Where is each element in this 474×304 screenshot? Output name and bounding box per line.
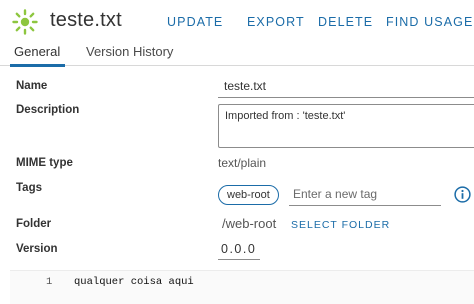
folder-label: Folder: [16, 218, 52, 230]
description-label: Description: [16, 104, 80, 116]
page-title: teste.txt: [50, 9, 122, 31]
description-field[interactable]: Imported from : 'teste.txt': [218, 104, 474, 148]
editor-line[interactable]: qualquer coisa aqui: [74, 276, 194, 288]
delete-button[interactable]: DELETE: [318, 15, 373, 29]
new-tag-input[interactable]: [289, 185, 441, 206]
line-number: 1: [46, 276, 53, 288]
version-field[interactable]: 0.0.0: [218, 240, 260, 260]
update-button[interactable]: UPDATE: [167, 15, 223, 29]
tab-version-history[interactable]: Version History: [86, 44, 173, 59]
info-circle-icon[interactable]: [454, 186, 471, 203]
name-label: Name: [16, 80, 48, 92]
mime-type-value: text/plain: [218, 156, 267, 170]
tags-label: Tags: [16, 182, 42, 194]
version-label: Version: [16, 243, 58, 255]
header: teste.txt UPDATE EXPORT DELETE FIND USAG…: [0, 0, 474, 42]
mime-type-label: MIME type: [16, 157, 73, 169]
folder-value: /web-root: [222, 216, 277, 231]
select-folder-button[interactable]: SELECT FOLDER: [291, 219, 390, 231]
name-field[interactable]: teste.txt: [218, 76, 474, 98]
tag-chip[interactable]: web-root: [218, 185, 279, 205]
tab-bar: General Version History: [0, 42, 474, 67]
file-sun-icon: [12, 9, 38, 35]
find-usages-button[interactable]: FIND USAGES: [386, 15, 474, 29]
tab-general[interactable]: General: [9, 44, 66, 67]
code-editor[interactable]: 1 qualquer coisa aqui: [10, 270, 474, 304]
export-button[interactable]: EXPORT: [247, 15, 305, 29]
